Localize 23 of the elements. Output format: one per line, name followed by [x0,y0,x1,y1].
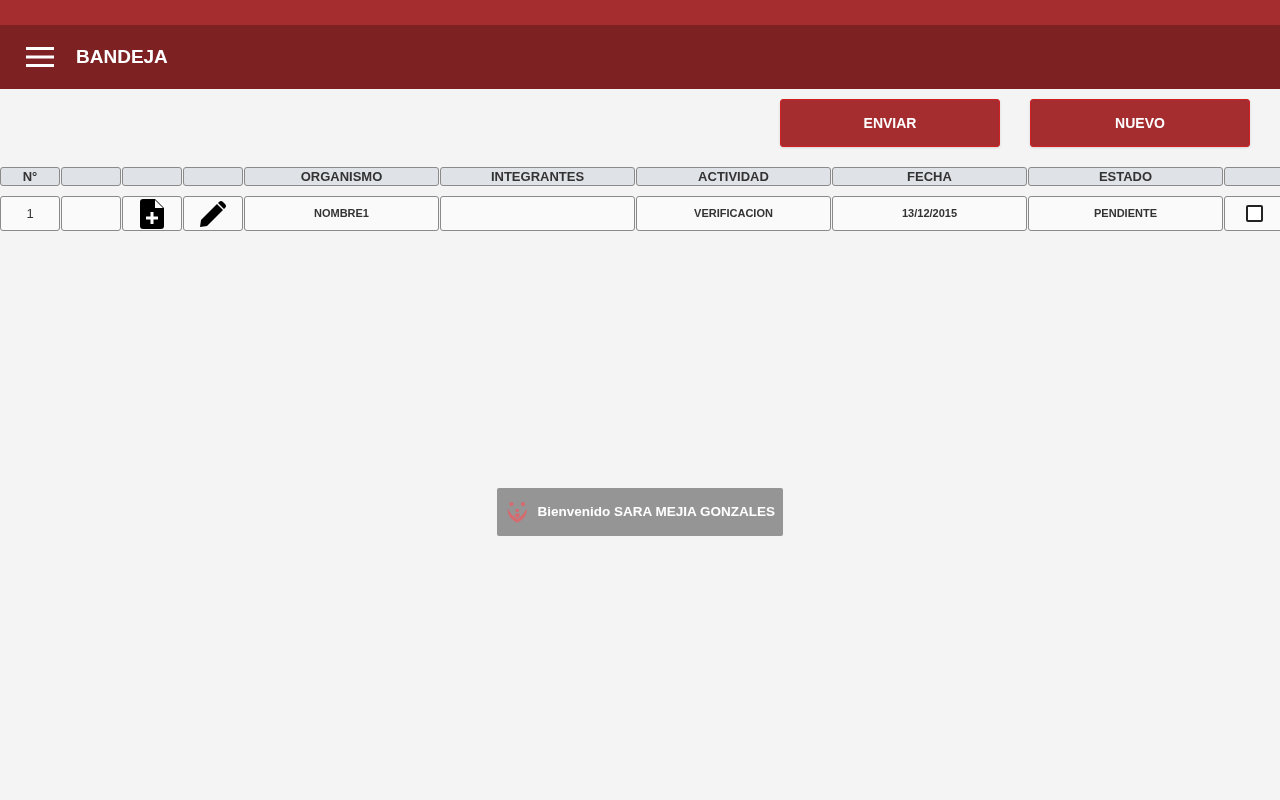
column-header: N° [0,167,60,186]
app-title: BANDEJA [76,44,168,69]
column-header: ACTIVIDAD [636,167,831,186]
blank-column-header [122,167,182,186]
welcome-message: Bienvenido SARA MEJIA GONZALES [537,502,775,521]
table-cell: PENDIENTE [1028,196,1223,231]
table-cell: NOMBRE1 [244,196,439,231]
pencil-icon[interactable] [200,200,226,227]
blank-column-header [61,167,121,186]
table-cell: 13/12/2015 [832,196,1027,231]
column-header: INTEGRANTES [440,167,635,186]
table-cell: 1 [0,196,60,231]
add-document-icon[interactable] [140,198,164,229]
action-button[interactable]: ENVIAR [780,99,1000,147]
action-button[interactable]: NUEVO [1030,99,1250,147]
column-header: FECHA [832,167,1027,186]
blank-column-header [183,167,243,186]
table-cell: VERIFICACION [636,196,831,231]
column-header: ESTADO [1028,167,1223,186]
checkbox[interactable] [1245,205,1263,222]
column-header: ORGANISMO [244,167,439,186]
menu-icon[interactable] [26,47,54,67]
blank-column-header [1224,167,1280,186]
